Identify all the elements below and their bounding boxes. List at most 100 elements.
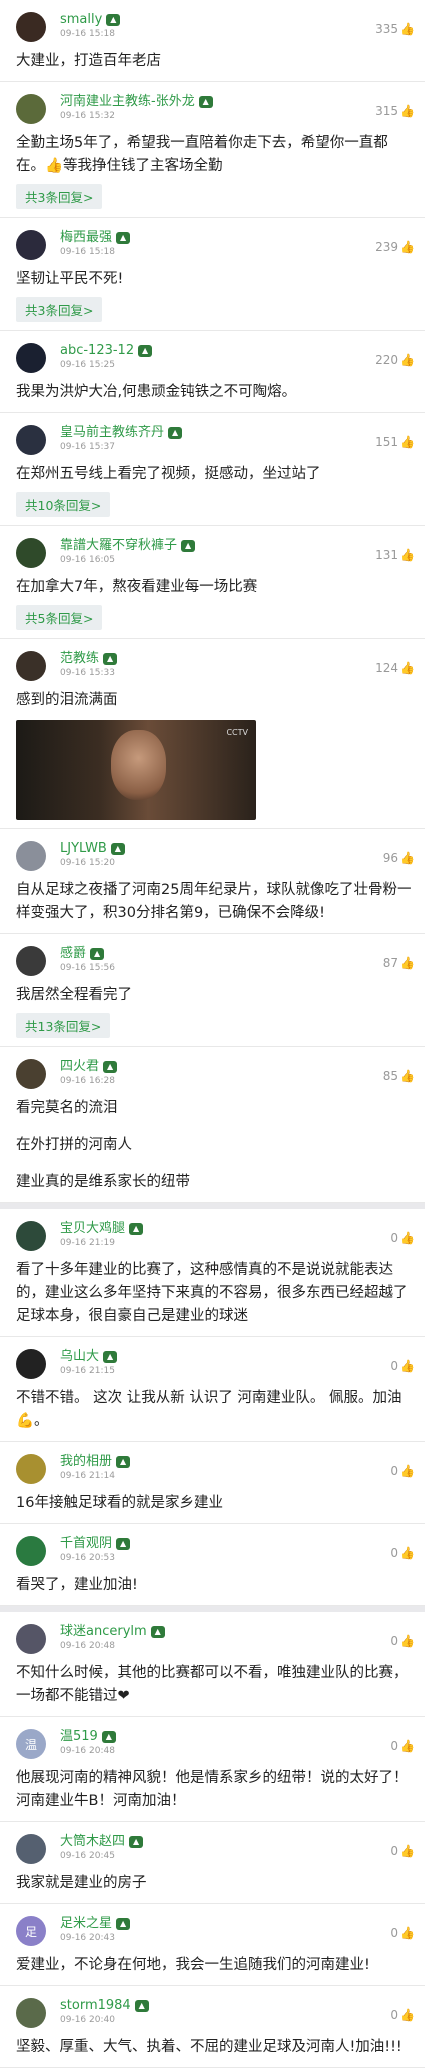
comment-text: 他展现河南的精神风貌！他是情系家乡的纽带！说的太好了！河南建业牛B！河南加油！ <box>16 1767 415 1813</box>
level-badge-icon: ▲ <box>106 14 121 26</box>
thumb-up-icon: 👍 <box>400 353 415 367</box>
like-button[interactable]: 0 👍 <box>390 1231 415 1245</box>
user-name[interactable]: 我的相册 <box>60 1454 112 1470</box>
like-button[interactable]: 85 👍 <box>383 1069 415 1083</box>
like-button[interactable]: 87 👍 <box>383 956 415 970</box>
user-name[interactable]: 宝贝大鸡腿 <box>60 1221 125 1237</box>
avatar[interactable] <box>16 651 46 681</box>
comment-item: 大筒木赵四 ▲ 09-16 20:45 0 👍 我家就是建业的房子 <box>0 1822 425 1904</box>
like-count: 0 <box>390 1926 399 1940</box>
like-button[interactable]: 0 👍 <box>390 1359 415 1373</box>
replies-button[interactable]: 共5条回复> <box>16 605 103 630</box>
comment-item: 宝贝大鸡腿 ▲ 09-16 21:19 0 👍 看了十多年建业的比赛了，这种感情真的不是说… <box>0 1203 425 1337</box>
like-button[interactable]: 0 👍 <box>390 1546 415 1560</box>
comment-item: 梅西最强 ▲ 09-16 15:18 239 👍 坚韧让平民不死! 共3条回复> <box>0 218 425 331</box>
avatar[interactable] <box>16 1059 46 1089</box>
level-badge-icon: ▲ <box>103 653 118 665</box>
like-count: 0 <box>390 1844 399 1858</box>
like-button[interactable]: 131 👍 <box>375 548 415 562</box>
avatar[interactable] <box>16 1536 46 1566</box>
comment-text: 坚毅、厚重、大气、执着、不屈的建业足球及河南人!加油!!! <box>16 2036 415 2059</box>
level-badge-icon: ▲ <box>116 1918 131 1930</box>
comment-paragraph: 不错不错。 这次 让我从新 认识了 河南建业队。 佩服。加油💪。 <box>16 1390 402 1429</box>
avatar[interactable] <box>16 12 46 42</box>
like-count: 85 <box>382 1069 399 1083</box>
comment-paragraph: 在加拿大7年，熬夜看建业每一场比赛 <box>16 579 258 595</box>
comment-text: 看了十多年建业的比赛了，这种感情真的不是说说就能表达的，建业这么多年坚持下来真的… <box>16 1259 415 1328</box>
user-name[interactable]: 感爵 <box>60 946 86 962</box>
like-button[interactable]: 220 👍 <box>375 353 415 367</box>
comment-paragraph: 爱建业，不论身在何地，我会一生追随我们的河南建业! <box>16 1957 370 1973</box>
like-button[interactable]: 0 👍 <box>390 1739 415 1753</box>
thumb-up-icon: 👍 <box>400 1739 415 1753</box>
like-button[interactable]: 0 👍 <box>390 2008 415 2022</box>
avatar[interactable]: 温 <box>16 1729 46 1759</box>
like-count: 0 <box>390 1546 399 1560</box>
user-name[interactable]: LJYLWB <box>60 841 107 857</box>
user-name[interactable]: 乌山大 <box>60 1349 99 1365</box>
user-name[interactable]: 范教练 <box>60 651 99 667</box>
comment-item: smally ▲ 09-16 15:18 335 👍 大建业，打造百年老店 <box>0 0 425 82</box>
comment-text: 自从足球之夜播了河南25周年纪录片，球队就像吃了壮骨粉一样变强大了，积30分排名… <box>16 879 415 925</box>
like-button[interactable]: 0 👍 <box>390 1634 415 1648</box>
like-button[interactable]: 335 👍 <box>375 22 415 36</box>
avatar[interactable] <box>16 946 46 976</box>
thumb-up-icon: 👍 <box>400 1926 415 1940</box>
replies-button[interactable]: 共10条回复> <box>16 492 111 517</box>
avatar[interactable] <box>16 1624 46 1654</box>
like-button[interactable]: 96 👍 <box>383 851 415 865</box>
comment-text: 坚韧让平民不死! <box>16 268 415 291</box>
like-button[interactable]: 0 👍 <box>390 1844 415 1858</box>
thumb-up-icon: 👍 <box>400 956 415 970</box>
user-name[interactable]: 靠譜大羅不穿秋褲子 <box>60 538 177 554</box>
like-button[interactable]: 0 👍 <box>390 1926 415 1940</box>
replies-button[interactable]: 共3条回复> <box>16 184 103 209</box>
user-name[interactable]: abc-123-12 <box>60 343 134 359</box>
like-button[interactable]: 315 👍 <box>375 104 415 118</box>
level-badge-icon: ▲ <box>129 1836 144 1848</box>
avatar[interactable] <box>16 1349 46 1379</box>
avatar[interactable] <box>16 538 46 568</box>
avatar[interactable] <box>16 1834 46 1864</box>
comment-item: storm1984 ▲ 09-16 20:40 0 👍 坚毅、厚重、大气、执着、不屈的建业… <box>0 1986 425 2068</box>
comment-item: 范教练 ▲ 09-16 15:33 124 👍 感到的泪流满面 CCTV <box>0 639 425 829</box>
replies-button[interactable]: 共13条回复> <box>16 1013 111 1038</box>
user-name[interactable]: 四火君 <box>60 1059 99 1075</box>
comment-text: 在郑州五号线上看完了视频，挺感动，坐过站了 <box>16 463 415 486</box>
video-thumbnail[interactable]: CCTV <box>16 720 256 820</box>
like-button[interactable]: 151 👍 <box>375 435 415 449</box>
comment-feed: smally ▲ 09-16 15:18 335 👍 大建业，打造百年老店 河南建业主教练-… <box>0 0 425 2068</box>
like-button[interactable]: 124 👍 <box>375 661 415 675</box>
comment-time: 09-16 20:48 <box>60 1746 115 1756</box>
user-name[interactable]: 河南建业主教练-张外龙 <box>60 94 195 110</box>
avatar[interactable] <box>16 230 46 260</box>
avatar[interactable]: 足 <box>16 1916 46 1946</box>
avatar[interactable] <box>16 841 46 871</box>
level-badge-icon: ▲ <box>129 1223 144 1235</box>
replies-button[interactable]: 共3条回复> <box>16 297 103 322</box>
comment-text: 我家就是建业的房子 <box>16 1872 415 1895</box>
like-count: 96 <box>382 851 399 865</box>
level-badge-icon: ▲ <box>150 1626 165 1638</box>
avatar[interactable] <box>16 94 46 124</box>
like-button[interactable]: 239 👍 <box>375 240 415 254</box>
user-name[interactable]: 皇马前主教练齐丹 <box>60 425 164 441</box>
user-name[interactable]: 大筒木赵四 <box>60 1834 125 1850</box>
avatar[interactable] <box>16 1454 46 1484</box>
avatar[interactable] <box>16 1998 46 2028</box>
user-name[interactable]: 球迷ancerylm <box>60 1624 147 1640</box>
user-name[interactable]: 足米之星 <box>60 1916 112 1932</box>
avatar[interactable] <box>16 343 46 373</box>
user-name[interactable]: storm1984 <box>60 1998 131 2014</box>
comment-item: 乌山大 ▲ 09-16 21:15 0 👍 不错不错。 这次 让我从新 认识了 河南建业队… <box>0 1337 425 1442</box>
thumb-up-icon: 👍 <box>400 240 415 254</box>
comment-time: 09-16 20:43 <box>60 1933 115 1943</box>
user-name[interactable]: 千首观阴 <box>60 1536 112 1552</box>
user-name[interactable]: 温519 <box>60 1729 98 1745</box>
like-button[interactable]: 0 👍 <box>390 1464 415 1478</box>
avatar[interactable] <box>16 1221 46 1251</box>
avatar[interactable] <box>16 425 46 455</box>
thumb-up-icon: 👍 <box>400 548 415 562</box>
user-name[interactable]: 梅西最强 <box>60 230 112 246</box>
user-name[interactable]: smally <box>60 12 102 28</box>
